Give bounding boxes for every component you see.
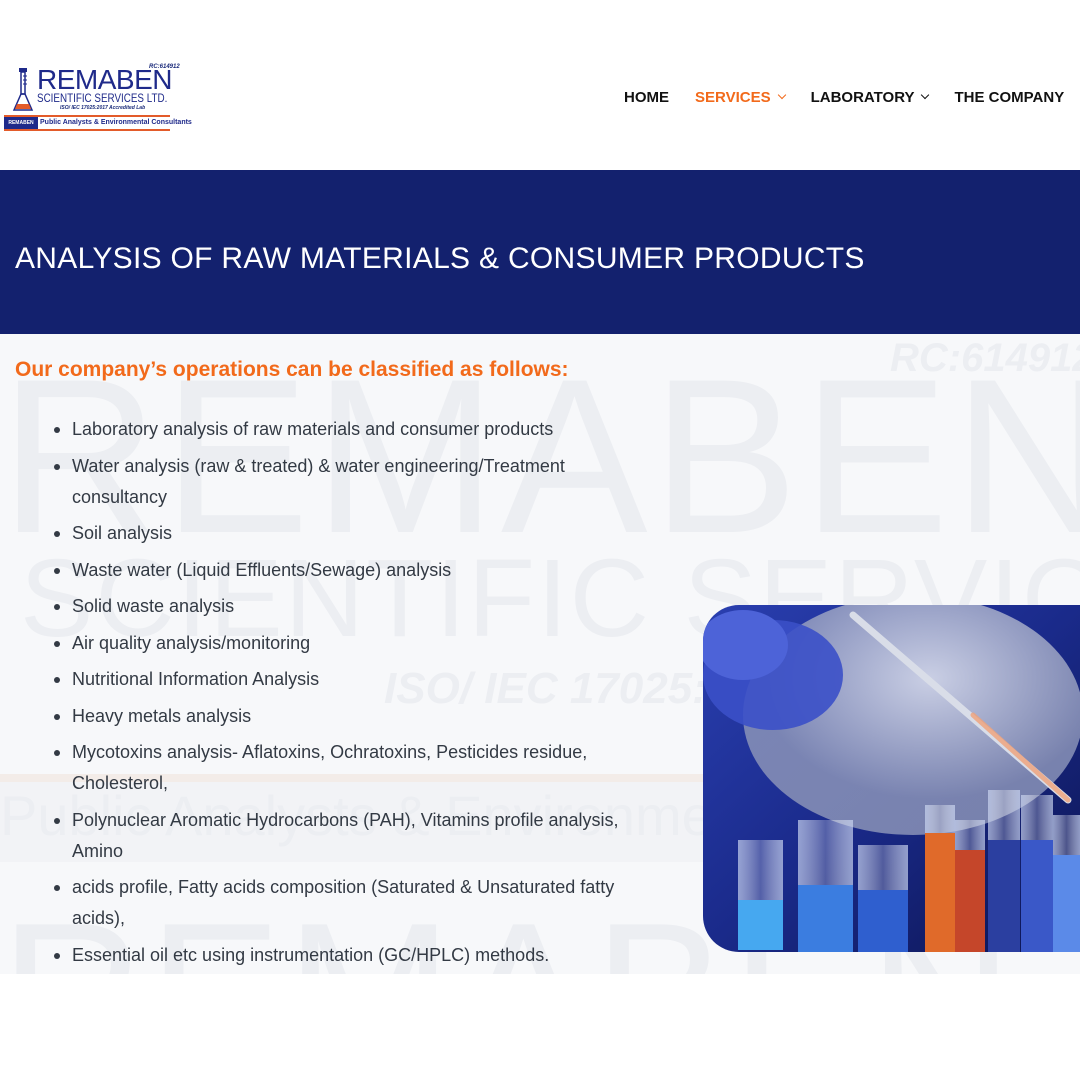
list-item: Polynuclear Aromatic Hydrocarbons (PAH),…	[54, 805, 662, 867]
flask-icon	[12, 68, 34, 111]
nav-services[interactable]: SERVICES	[695, 88, 786, 106]
section-intro-heading: Our company’s operations can be classifi…	[15, 358, 569, 381]
nav-laboratory-label: LABORATORY	[810, 88, 915, 106]
main-content: RC:614912 REMABEN SCIENTIFIC SERVICES LT…	[0, 334, 1080, 974]
list-item: Air quality analysis/monitoring	[54, 628, 662, 659]
nav-home-label: HOME	[624, 88, 669, 106]
list-item: Heavy metals analysis	[54, 701, 662, 732]
logo-iso-accreditation: ISO/ IEC 17025:2017 Accredited Lab	[60, 105, 146, 111]
list-item: Essential oil etc using instrumentation …	[54, 940, 662, 971]
nav-the-company[interactable]: THE COMPANY	[954, 89, 1064, 106]
logo-company-subtitle: SCIENTIFIC SERVICES LTD.	[37, 91, 168, 105]
logo-mini-tag: REMABEN	[4, 117, 38, 129]
list-item: Soil analysis	[54, 518, 662, 549]
list-item: Water analysis (raw & treated) & water e…	[54, 451, 662, 513]
list-item: Nutritional Information Analysis	[54, 664, 662, 695]
chevron-down-icon	[921, 90, 930, 100]
list-item: Laboratory analysis of raw materials and…	[54, 414, 662, 445]
laboratory-photo	[703, 605, 1080, 952]
list-item: acids profile, Fatty acids composition (…	[54, 872, 662, 934]
list-item: Waste water (Liquid Effluents/Sewage) an…	[54, 555, 662, 586]
lab-test-tubes-illustration	[703, 605, 1080, 952]
logo-tagline: Public Analysts & Environmental Consulta…	[40, 119, 192, 126]
page-title: ANALYSIS OF RAW MATERIALS & CONSUMER PRO…	[15, 242, 865, 275]
site-logo[interactable]: RC:614912 REMABEN SCIENTIFIC SERVICES LT…	[4, 64, 192, 131]
logo-tagline-band: REMABEN Public Analysts & Environmental …	[4, 115, 192, 131]
chevron-down-icon	[777, 90, 786, 100]
list-item: Mycotoxins analysis- Aflatoxins, Ochrato…	[54, 737, 662, 799]
nav-laboratory[interactable]: LABORATORY	[810, 88, 930, 106]
site-header: RC:614912 REMABEN SCIENTIFIC SERVICES LT…	[0, 0, 1080, 170]
watermark-rc: RC:614912	[890, 336, 1080, 380]
nav-home[interactable]: HOME	[624, 89, 669, 106]
main-nav: HOME SERVICES LABORATORY THE COMPANY	[624, 86, 1080, 108]
nav-services-label: SERVICES	[695, 88, 771, 106]
nav-the-company-label: THE COMPANY	[954, 88, 1065, 106]
services-list: Laboratory analysis of raw materials and…	[54, 414, 662, 974]
logo-company-name: REMABEN	[37, 64, 172, 95]
page-title-banner: ANALYSIS OF RAW MATERIALS & CONSUMER PRO…	[0, 170, 1080, 334]
list-item: Solid waste analysis	[54, 591, 662, 622]
